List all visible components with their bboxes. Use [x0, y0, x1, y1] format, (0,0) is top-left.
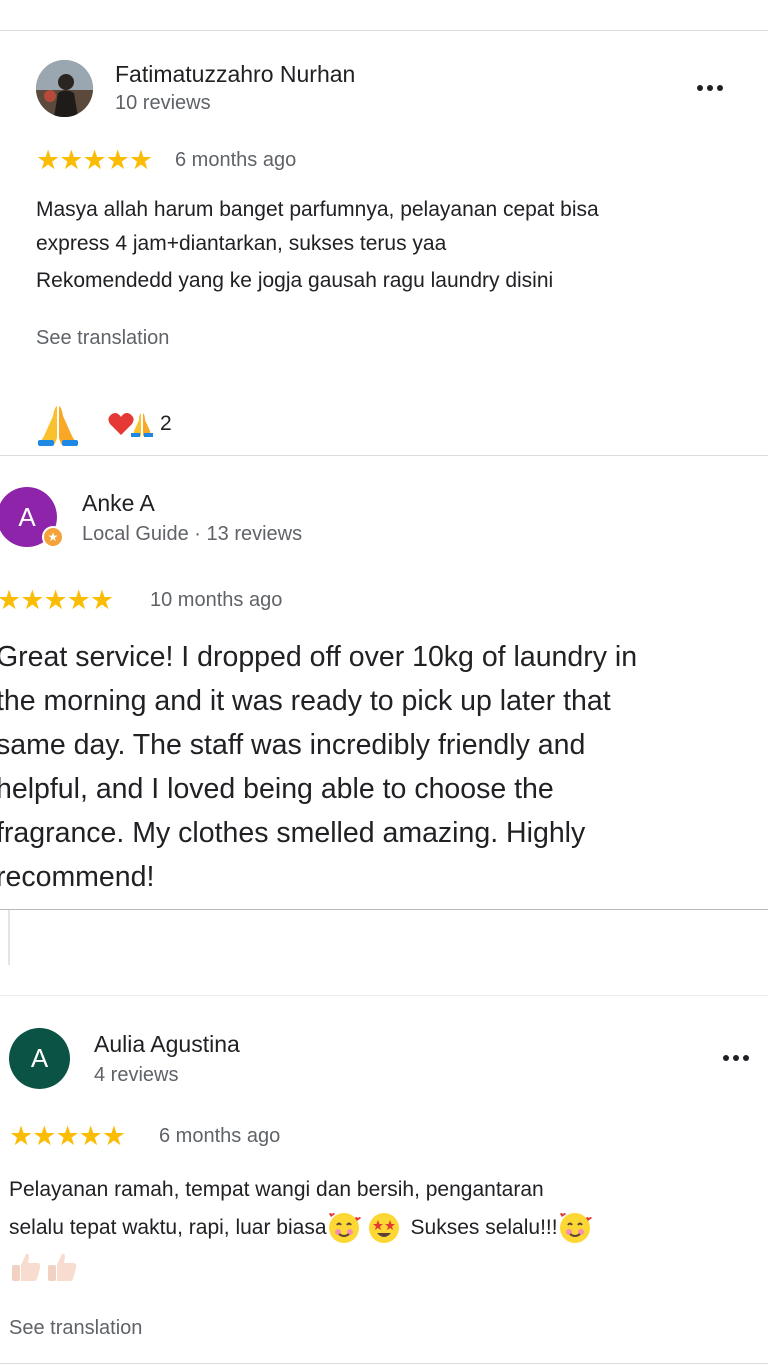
avatar-letter: A: [18, 501, 36, 532]
local-guide-badge-icon: ★: [42, 526, 64, 548]
divider: [0, 455, 768, 456]
star-icon: ★: [32, 1121, 57, 1151]
author-name[interactable]: Aulia Agustina: [94, 1031, 240, 1058]
divider: [0, 995, 768, 996]
author-meta: Local Guide · 13 reviews: [82, 523, 303, 545]
review-text-line: fragrance. My clothes smelled amazing. H…: [0, 817, 586, 849]
review-text-line: Masya allah harum banget parfumnya, pela…: [36, 198, 599, 221]
thumbs-up-icon: [48, 1253, 77, 1281]
star-rating: ★ ★ ★ ★ ★: [36, 145, 154, 175]
star-icon: ★: [105, 145, 130, 175]
star-icon: ★: [36, 145, 61, 175]
reaction-count: 2: [160, 412, 172, 435]
review-text-line: same day. The staff was incredibly frien…: [0, 729, 586, 761]
praying-hands-icon: [131, 413, 153, 437]
star-icon: ★: [78, 1121, 103, 1151]
review-text-segment: Sukses selalu!!!: [410, 1216, 558, 1239]
divider: [0, 1363, 768, 1364]
star-icon: ★: [101, 1121, 127, 1151]
star-struck-icon: [368, 1213, 399, 1243]
author-meta: 10 reviews: [115, 92, 211, 114]
star-icon: ★: [0, 585, 22, 615]
smiling-face-with-hearts-icon: [559, 1213, 592, 1243]
review-text-line: the morning and it was ready to pick up …: [0, 685, 611, 717]
review-text-line: Rekomendedd yang ke jogja gausah ragu la…: [36, 269, 554, 292]
star-rating: ★ ★ ★ ★ ★: [0, 585, 115, 615]
star-icon: ★: [43, 585, 68, 615]
review-text-line: express 4 jam+diantarkan, sukses terus y…: [36, 232, 447, 255]
star-icon: ★: [66, 585, 91, 615]
smiling-face-with-hearts-icon: [328, 1213, 361, 1243]
divider: [8, 910, 10, 965]
review-text-line: recommend!: [0, 861, 155, 893]
author-name[interactable]: Fatimatuzzahro Nurhan: [115, 61, 355, 88]
star-icon: ★: [9, 1121, 34, 1151]
reactions-summary[interactable]: 2: [108, 411, 172, 437]
author-name[interactable]: Anke A: [82, 490, 155, 517]
react-button[interactable]: [36, 402, 80, 451]
thumbs-up-icon: [12, 1253, 41, 1281]
emoji-group: [9, 1250, 79, 1284]
profile-photo[interactable]: [36, 60, 93, 117]
review-text-line: helpful, and I loved being able to choos…: [0, 773, 554, 805]
review-text-line: selalu tepat waktu, rapi, luar biasa Suk…: [9, 1211, 592, 1245]
star-icon: ★: [128, 145, 154, 175]
star-icon: ★: [59, 145, 84, 175]
star-icon: ★: [55, 1121, 80, 1151]
author-meta: 4 reviews: [94, 1064, 179, 1086]
review-text-segment: selalu tepat waktu, rapi, luar biasa: [9, 1216, 327, 1239]
review-date: 6 months ago: [159, 1125, 281, 1147]
review-date: 6 months ago: [175, 149, 297, 171]
star-icon: ★: [89, 585, 115, 615]
see-translation-link[interactable]: See translation: [36, 327, 169, 350]
avatar[interactable]: A: [9, 1028, 70, 1089]
divider: [0, 30, 768, 31]
star-rating: ★ ★ ★ ★ ★: [9, 1121, 127, 1151]
divider: [0, 909, 768, 910]
more-options-icon[interactable]: [697, 85, 723, 91]
praying-hands-icon: [38, 406, 78, 446]
review-text-line: Pelayanan ramah, tempat wangi dan bersih…: [9, 1178, 544, 1201]
star-icon: ★: [82, 145, 107, 175]
review-date: 10 months ago: [150, 589, 283, 611]
see-translation-link[interactable]: See translation: [9, 1317, 142, 1340]
profile-photo-icon: [36, 60, 93, 117]
star-icon: ★: [20, 585, 45, 615]
avatar-letter: A: [30, 1043, 49, 1073]
more-options-icon[interactable]: [723, 1055, 749, 1061]
review-text-line: Great service! I dropped off over 10kg o…: [0, 641, 638, 673]
